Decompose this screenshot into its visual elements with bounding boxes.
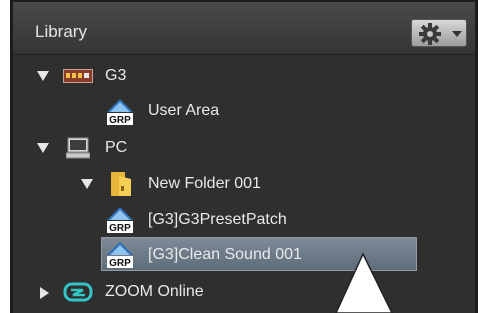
tree-item-label: PC [105,139,128,156]
expand-toggle-icon[interactable] [81,179,93,189]
tree-item-new-folder[interactable]: New Folder 001 [13,166,475,202]
grp-text: GRP [109,115,131,126]
library-panel: Library G3 GRP User Area PC New Folder 0… [10,0,478,313]
gear-icon [419,23,441,45]
tree-item-label: ZOOM Online [105,283,204,300]
zoom-online-icon [63,282,93,302]
tree-item-g3[interactable]: G3 [13,58,475,94]
grp-text: GRP [109,258,131,269]
tree-item-zoom-online[interactable]: ZOOM Online [13,274,475,310]
grp-patch-icon: GRP [107,242,133,269]
computer-icon [66,137,90,159]
tree-item-clean-sound[interactable]: GRP [G3]Clean Sound 001 [13,237,475,273]
tree-item-label: New Folder 001 [148,175,261,192]
settings-menu-button[interactable] [411,19,467,47]
tree-item-user-area[interactable]: GRP User Area [13,93,475,129]
expand-toggle-icon[interactable] [40,287,49,299]
expand-toggle-icon[interactable] [37,71,49,81]
folder-icon [111,172,131,196]
tree-item-label: G3 [105,67,127,84]
g3-device-icon [63,69,93,83]
tree-item-preset-patch[interactable]: GRP [G3]G3PresetPatch [13,202,475,238]
expand-toggle-icon[interactable] [37,143,49,153]
tree-item-label: [G3]G3PresetPatch [148,211,287,228]
tree-item-label: User Area [148,102,220,119]
callout-pointer [335,252,393,313]
grp-text: GRP [109,223,131,234]
chevron-down-icon [452,31,462,37]
library-header: Library [13,2,475,55]
library-tree: G3 GRP User Area PC New Folder 001 GRP [… [13,55,475,313]
grp-patch-icon: GRP [107,207,133,234]
tree-item-pc[interactable]: PC [13,130,475,166]
grp-patch-icon: GRP [107,99,133,126]
tree-item-label: [G3]Clean Sound 001 [148,246,302,263]
panel-title: Library [35,22,87,41]
